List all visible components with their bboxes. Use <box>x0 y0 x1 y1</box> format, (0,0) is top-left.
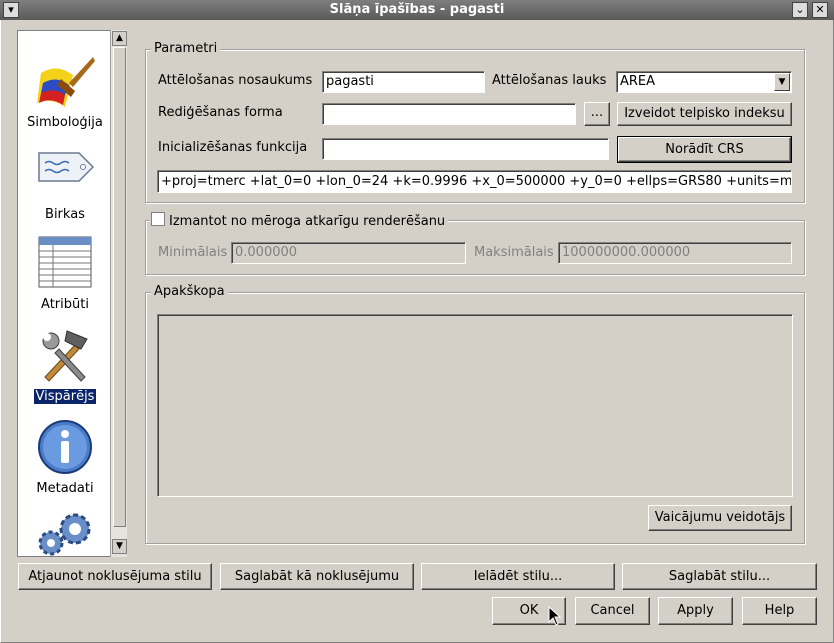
sidebar-item-attributes[interactable]: Atribūti <box>18 235 112 312</box>
sidebar-item-label: Birkas <box>45 207 85 222</box>
restore-default-style-button[interactable]: Atjaunot noklusējuma stilu <box>18 563 212 590</box>
display-field-select[interactable]: AREA <box>616 71 792 93</box>
minimize-button[interactable]: ⌄ <box>792 2 808 18</box>
display-field-label: Attēlošanas lauks <box>492 73 607 88</box>
sidebar-item-metadata[interactable]: Metadati <box>18 419 112 496</box>
info-icon <box>35 419 95 479</box>
crs-string-field[interactable]: +proj=tmerc +lat_0=0 +lon_0=24 +k=0.9996… <box>157 170 792 193</box>
sidebar-item-label: Vispārējs <box>33 389 97 404</box>
max-scale-input[interactable]: 100000000.000000 <box>558 242 792 264</box>
tag-icon <box>35 145 95 205</box>
scale-checkbox-label: Izmantot no mēroga atkarīgu renderēšanu <box>169 214 446 229</box>
min-scale-label: Minimālais <box>158 245 228 260</box>
cancel-button[interactable]: Cancel <box>575 597 650 625</box>
init-function-input[interactable] <box>322 138 609 160</box>
min-scale-input[interactable]: 0.000000 <box>231 242 466 264</box>
save-as-default-button[interactable]: Saglabāt kā noklusējumu <box>220 563 414 590</box>
scroll-thumb[interactable] <box>113 47 126 527</box>
sidebar-scrollbar[interactable]: ▲ ▼ <box>110 30 127 557</box>
sidebar-item-labels[interactable]: Birkas <box>18 145 112 222</box>
display-name-label: Attēlošanas nosaukums <box>158 73 313 88</box>
create-spatial-index-button[interactable]: Izveidot telpisko indeksu <box>617 102 792 126</box>
sidebar-item-label: Metadati <box>36 481 94 496</box>
sidebar-item-label: Simboloģija <box>27 115 103 130</box>
browse-button[interactable]: ... <box>584 102 610 126</box>
sidebar-item-actions[interactable] <box>18 509 112 556</box>
apply-button[interactable]: Apply <box>658 597 733 625</box>
save-style-button[interactable]: Saglabāt stilu... <box>622 563 817 590</box>
sidebar-item-label: Atribūti <box>41 297 89 312</box>
subset-title: Apakškopa <box>151 284 228 299</box>
arrow-up-icon: ▲ <box>116 33 123 43</box>
chevron-down-icon: ▼ <box>778 77 786 87</box>
mouse-pointer-icon <box>548 605 562 626</box>
sidebar-item-symbology[interactable]: Simboloģija <box>18 53 112 130</box>
display-field-value: AREA <box>620 74 656 89</box>
display-field-dropdown-button[interactable]: ▼ <box>774 73 790 91</box>
scale-checkbox[interactable] <box>151 212 165 226</box>
title-bar[interactable]: ▾ Slāņa īpašības - pagasti ⌄ ✕ <box>0 0 834 20</box>
table-icon <box>35 235 95 295</box>
scroll-up-button[interactable]: ▲ <box>112 31 127 46</box>
minimize-icon: ⌄ <box>795 3 805 16</box>
specify-crs-button[interactable]: Norādīt CRS <box>617 136 792 163</box>
paintbrush-icon <box>35 53 95 113</box>
scroll-down-button[interactable]: ▼ <box>112 539 127 554</box>
subset-text-area[interactable] <box>157 314 793 497</box>
parametri-title: Parametri <box>151 41 221 56</box>
query-builder-button[interactable]: Vaicājumu veidotājs <box>648 505 792 531</box>
load-style-button[interactable]: Ielādēt stilu... <box>421 563 615 590</box>
edit-form-input[interactable] <box>322 103 576 125</box>
init-function-label: Inicializēšanas funkcija <box>158 140 308 155</box>
hammer-wrench-icon <box>35 327 95 387</box>
max-scale-label: Maksimālais <box>474 245 554 260</box>
display-name-input[interactable]: pagasti <box>322 71 485 93</box>
window-title: Slāņa īpašības - pagasti <box>329 2 505 17</box>
gears-icon <box>35 509 95 556</box>
arrow-down-icon: ▼ <box>116 541 123 551</box>
close-icon: ✕ <box>815 3 825 16</box>
scale-legend: Izmantot no mēroga atkarīgu renderēšanu <box>149 212 449 229</box>
edit-form-label: Rediģēšanas forma <box>158 105 283 120</box>
sidebar-item-general[interactable]: Vispārējs <box>18 327 112 404</box>
close-button[interactable]: ✕ <box>812 2 828 18</box>
help-button[interactable]: Help <box>742 597 817 625</box>
